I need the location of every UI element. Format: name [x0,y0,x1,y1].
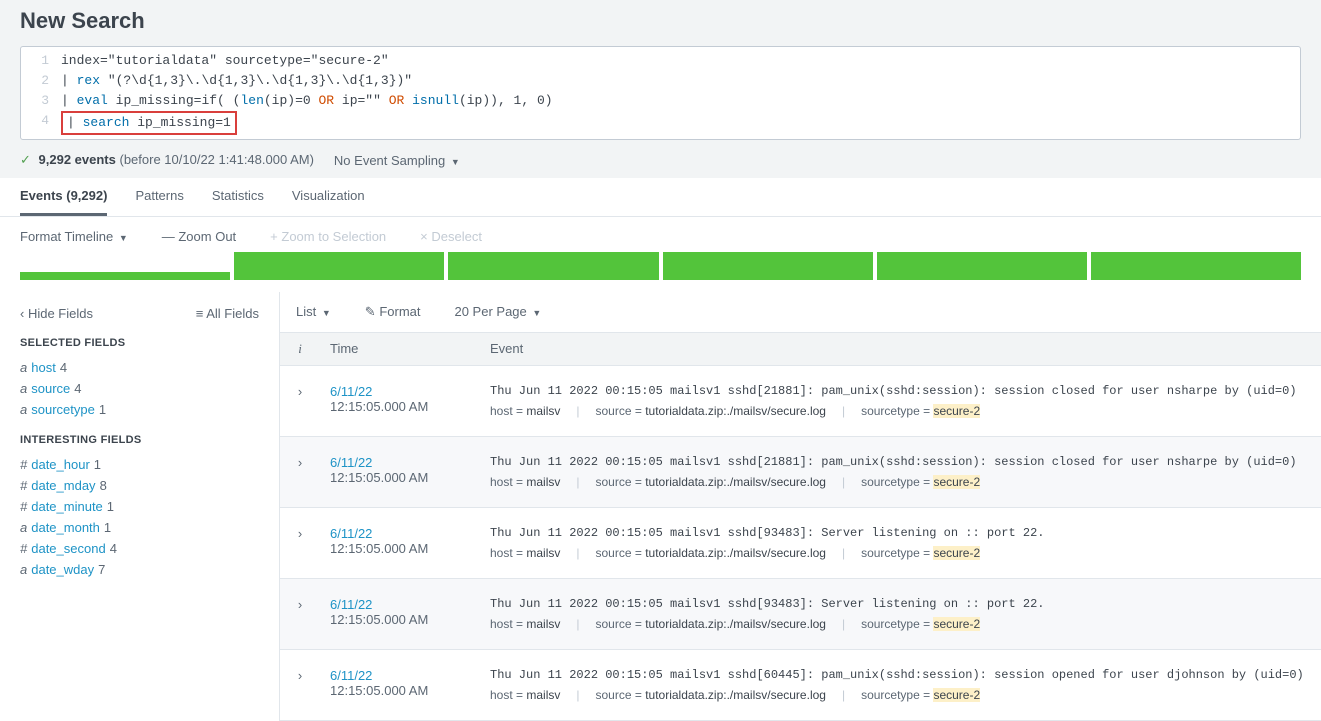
event-count: 9,292 events [39,152,116,167]
list-controls: List ▼ Format 20 Per Page ▼ [280,292,1321,332]
raw-event[interactable]: Thu Jun 11 2022 00:15:05 mailsv1 sshd[21… [490,455,1311,469]
expand-icon[interactable]: › [280,660,320,710]
raw-event[interactable]: Thu Jun 11 2022 00:15:05 mailsv1 sshd[93… [490,526,1311,540]
zoom-selection-button: + Zoom to Selection [270,229,386,244]
timeline-segment[interactable] [663,252,873,280]
timeline-chart[interactable] [0,244,1321,292]
events-table-header: i Time Event [280,332,1321,366]
field-source[interactable]: asource4 [20,378,259,399]
field-date_minute[interactable]: #date_minute1 [20,496,259,517]
field-host[interactable]: ahost4 [20,357,259,378]
caret-down-icon: ▼ [532,308,541,318]
tab-events-[interactable]: Events (9,292) [20,178,107,216]
status-row: ✓ 9,292 events (before 10/10/22 1:41:48.… [20,140,1301,178]
timeline-segment[interactable] [234,252,444,280]
event-body: Thu Jun 11 2022 00:15:05 mailsv1 sshd[60… [480,660,1321,710]
info-column-header[interactable]: i [280,333,320,365]
expand-icon[interactable]: › [280,376,320,426]
field-date_hour[interactable]: #date_hour1 [20,454,259,475]
event-row: › 6/11/2212:15:05.000 AM Thu Jun 11 2022… [280,579,1321,650]
timeline-controls: Format Timeline ▼ — Zoom Out + Zoom to S… [0,217,1321,244]
event-row: › 6/11/2212:15:05.000 AM Thu Jun 11 2022… [280,650,1321,721]
status-before: (before 10/10/22 1:41:48.000 AM) [120,152,314,167]
expand-icon[interactable]: › [280,447,320,497]
timeline-segment[interactable] [1091,252,1301,280]
hide-fields-button[interactable]: ‹ Hide Fields [20,306,93,321]
event-row: › 6/11/2212:15:05.000 AM Thu Jun 11 2022… [280,366,1321,437]
raw-event[interactable]: Thu Jun 11 2022 00:15:05 mailsv1 sshd[60… [490,668,1311,682]
timeline-segment[interactable] [448,252,658,280]
field-date_mday[interactable]: #date_mday8 [20,475,259,496]
event-time: 6/11/2212:15:05.000 AM [320,660,480,710]
time-column-header[interactable]: Time [320,333,480,365]
sampling-dropdown[interactable]: No Event Sampling ▼ [334,153,460,168]
event-row: › 6/11/2212:15:05.000 AM Thu Jun 11 2022… [280,437,1321,508]
event-time: 6/11/2212:15:05.000 AM [320,376,480,426]
search-editor[interactable]: 1index="tutorialdata" sourcetype="secure… [20,46,1301,140]
view-dropdown[interactable]: List ▼ [296,304,331,320]
expand-icon[interactable]: › [280,518,320,568]
event-time: 6/11/2212:15:05.000 AM [320,447,480,497]
zoom-out-button[interactable]: — Zoom Out [162,229,236,244]
list-icon: ≡ [196,306,204,321]
timeline-segment[interactable] [20,252,230,280]
interesting-fields-heading: Interesting Fields [20,434,259,446]
check-icon: ✓ [20,152,31,167]
tab-statistics[interactable]: Statistics [212,178,264,216]
tab-patterns[interactable]: Patterns [135,178,183,216]
per-page-dropdown[interactable]: 20 Per Page ▼ [454,304,541,320]
field-date_second[interactable]: #date_second4 [20,538,259,559]
field-date_month[interactable]: adate_month1 [20,517,259,538]
tab-visualization[interactable]: Visualization [292,178,365,216]
field-date_wday[interactable]: adate_wday7 [20,559,259,580]
deselect-button: × Deselect [420,229,482,244]
expand-icon[interactable]: › [280,589,320,639]
raw-event[interactable]: Thu Jun 11 2022 00:15:05 mailsv1 sshd[93… [490,597,1311,611]
pencil-icon [365,304,376,319]
event-time: 6/11/2212:15:05.000 AM [320,518,480,568]
result-tabs: Events (9,292) Patterns Statistics Visualiz… [0,178,1321,217]
event-row: › 6/11/2212:15:05.000 AM Thu Jun 11 2022… [280,508,1321,579]
event-column-header[interactable]: Event [480,333,1321,365]
timeline-segment[interactable] [877,252,1087,280]
event-body: Thu Jun 11 2022 00:15:05 mailsv1 sshd[21… [480,447,1321,497]
field-sourcetype[interactable]: asourcetype1 [20,399,259,420]
raw-event[interactable]: Thu Jun 11 2022 00:15:05 mailsv1 sshd[21… [490,384,1311,398]
event-body: Thu Jun 11 2022 00:15:05 mailsv1 sshd[21… [480,376,1321,426]
format-button[interactable]: Format [365,304,421,320]
caret-down-icon: ▼ [451,157,460,167]
page-title: New Search [20,8,1301,34]
caret-down-icon: ▼ [119,233,128,243]
all-fields-button[interactable]: ≡ All Fields [196,306,259,321]
event-time: 6/11/2212:15:05.000 AM [320,589,480,639]
selected-fields-heading: Selected Fields [20,337,259,349]
event-body: Thu Jun 11 2022 00:15:05 mailsv1 sshd[93… [480,518,1321,568]
format-timeline-dropdown[interactable]: Format Timeline ▼ [20,229,128,244]
event-body: Thu Jun 11 2022 00:15:05 mailsv1 sshd[93… [480,589,1321,639]
caret-down-icon: ▼ [322,308,331,318]
